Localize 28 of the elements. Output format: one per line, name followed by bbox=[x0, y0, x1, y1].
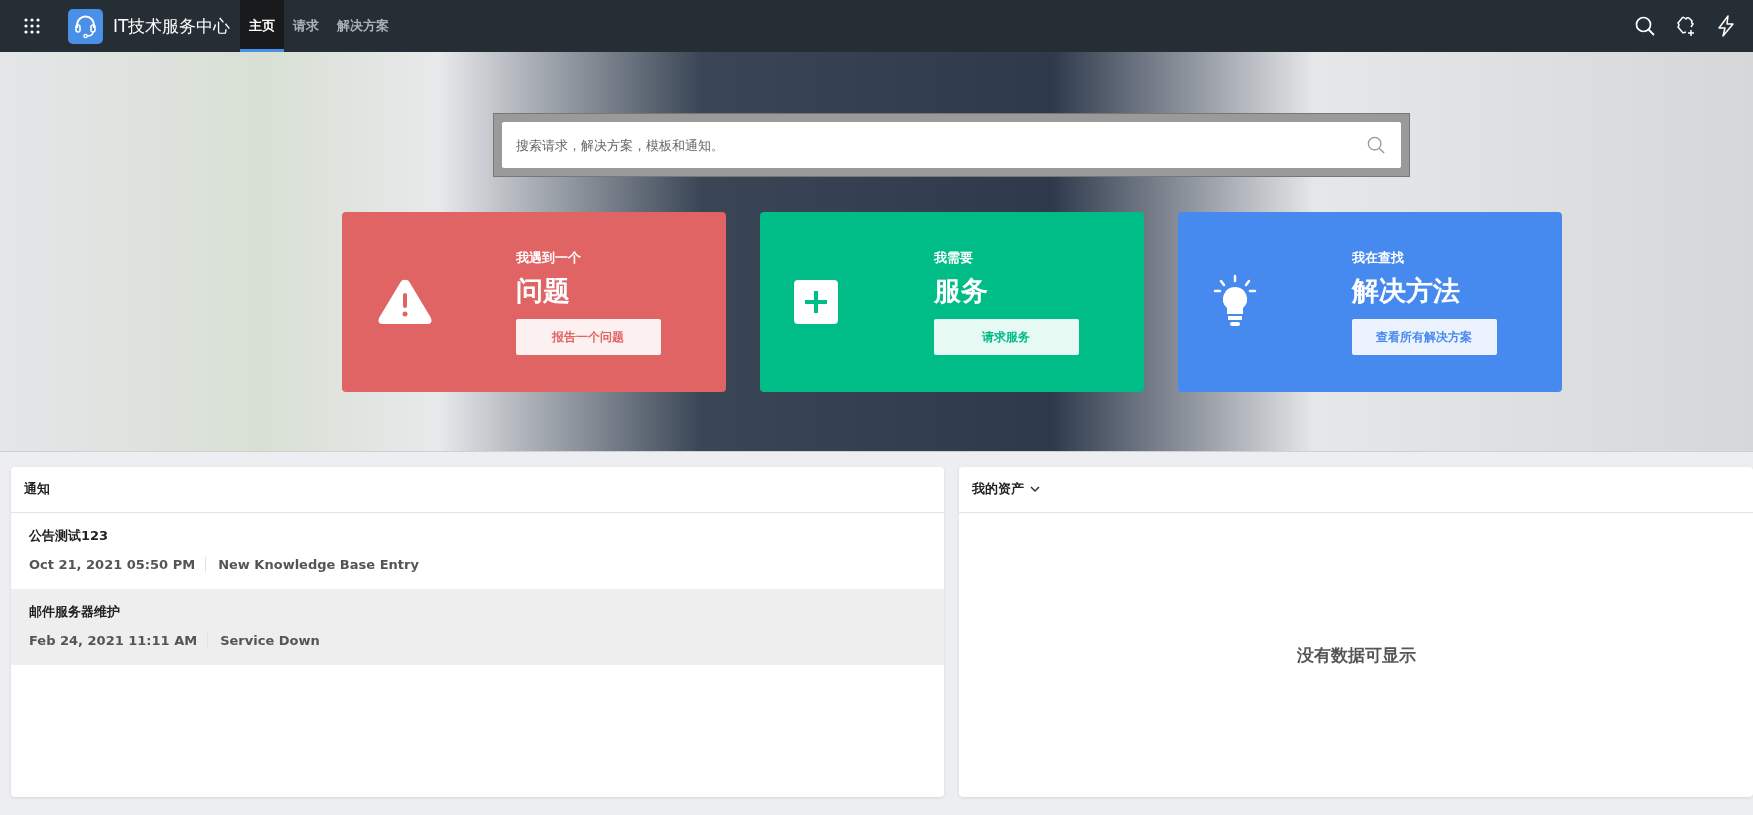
search-icon[interactable] bbox=[1635, 16, 1655, 36]
panel-title[interactable]: 我的资产 bbox=[972, 481, 1024, 498]
notice-title: 邮件服务器维护 bbox=[29, 603, 121, 621]
nav-tab[interactable]: 请求 bbox=[284, 0, 329, 52]
notice-title: 公告测试123 bbox=[29, 527, 110, 545]
notice-item[interactable]: 公告测试123 Oct 21, 2021 05:50 PM New Knowledge Base Entry bbox=[11, 513, 944, 589]
lightning-icon[interactable] bbox=[1717, 15, 1735, 37]
card-title: 问题 bbox=[515, 274, 570, 308]
card-title: 服务 bbox=[933, 274, 988, 308]
notice-date: Feb 24, 2021 11:11 AM bbox=[29, 633, 209, 648]
card-subtitle: 我在查找 bbox=[1351, 249, 1404, 267]
notice-item[interactable]: 邮件服务器维护 Feb 24, 2021 11:11 AM Service Down bbox=[11, 589, 944, 665]
nav-tab[interactable]: 主页 bbox=[240, 0, 285, 52]
portal-title: IT技术服务中心 bbox=[113, 14, 231, 38]
headset-logo-icon bbox=[68, 8, 103, 44]
panel-title: 通知 bbox=[24, 481, 50, 498]
card-subtitle: 我遇到一个 bbox=[515, 249, 581, 267]
notice-category: New Knowledge Base Entry bbox=[218, 557, 419, 572]
card-subtitle: 我需要 bbox=[933, 249, 973, 267]
empty-message: 没有数据可显示 bbox=[1296, 643, 1416, 667]
search-field[interactable]: 搜索请求，解决方案，模板和通知。 bbox=[502, 122, 1401, 168]
chevron-down-icon[interactable] bbox=[1030, 486, 1040, 493]
nav-tab[interactable]: 解决方案 bbox=[328, 0, 399, 52]
notice-category: Service Down bbox=[220, 633, 320, 648]
notice-date: Oct 21, 2021 05:50 PM bbox=[29, 557, 207, 572]
app-grid-icon[interactable] bbox=[24, 18, 40, 34]
card-title: 解决方法 bbox=[1351, 274, 1460, 308]
plus-icon bbox=[793, 280, 838, 324]
